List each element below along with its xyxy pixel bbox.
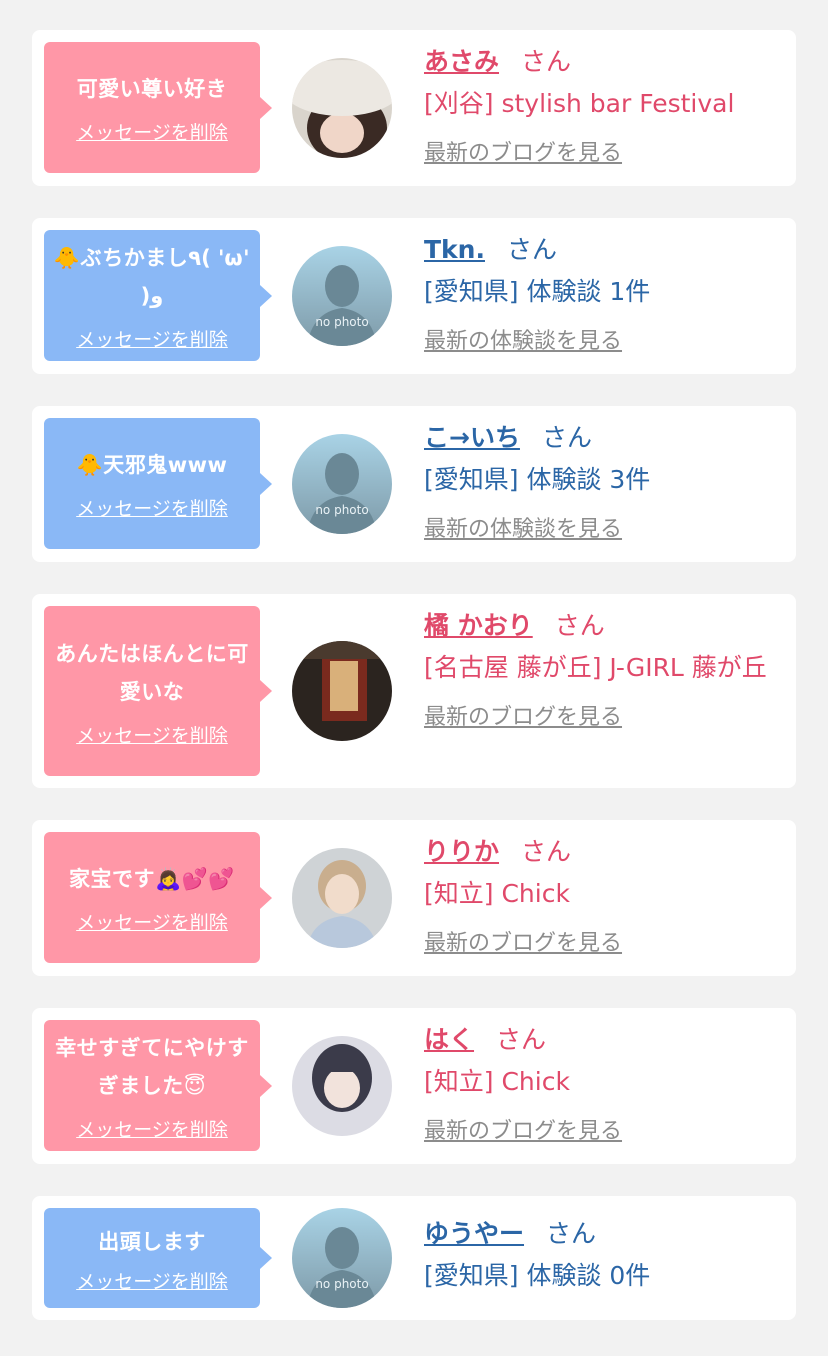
latest-review-link[interactable]: 最新の体験談を見る (424, 511, 622, 543)
user-info: こ→いち さん [愛知県] 体験談 3件 最新の体験談を見る (424, 418, 774, 543)
message-bubble: 🐥天邪鬼www メッセージを削除 (44, 418, 272, 549)
message-card: 幸せすぎてにやけすぎました😇 メッセージを削除 はく さん [知立] Chick … (32, 1008, 796, 1164)
honorific: さん (546, 1219, 597, 1248)
message-text: 可愛い尊い好き (76, 77, 228, 101)
message-bubble: 出頭します メッセージを削除 (44, 1208, 272, 1308)
area-info: [愛知県] 体験談 1件 (424, 277, 651, 306)
no-photo-text: no photo (315, 315, 368, 329)
message-card: 🐥天邪鬼www メッセージを削除 no photo こ→いち さん [愛知県] 体… (32, 406, 796, 562)
latest-blog-link[interactable]: 最新のブログを見る (424, 699, 622, 731)
delete-message-link[interactable]: メッセージを削除 (76, 1115, 228, 1142)
user-name-link[interactable]: 橘 かおり (424, 611, 533, 640)
avatar[interactable] (292, 58, 392, 158)
shop-info: [知立] Chick (424, 879, 570, 908)
message-text: 🐥ぶちかまし٩( 'ω' )و (53, 246, 251, 308)
latest-review-link[interactable]: 最新の体験談を見る (424, 323, 622, 355)
avatar[interactable] (292, 848, 392, 948)
delete-message-link[interactable]: メッセージを削除 (76, 325, 228, 352)
area-info: [愛知県] 体験談 3件 (424, 465, 651, 494)
message-bubble: 家宝です🙇‍♀️💕💕 メッセージを削除 (44, 832, 272, 963)
message-card: 🐥ぶちかまし٩( 'ω' )و メッセージを削除 no photo Tkn. さん… (32, 218, 796, 374)
user-name-link[interactable]: ゆうやー (424, 1219, 524, 1248)
honorific: さん (506, 235, 557, 264)
shop-info: [名古屋 藤が丘] J-GIRL 藤が丘 (424, 653, 767, 682)
no-photo-text: no photo (315, 503, 368, 517)
user-name-link[interactable]: あさみ (424, 47, 499, 76)
honorific: さん (554, 611, 605, 640)
honorific: さん (521, 837, 572, 866)
user-info: Tkn. さん [愛知県] 体験談 1件 最新の体験談を見る (424, 230, 774, 355)
message-bubble: あんたはほんとに可愛いな メッセージを削除 (44, 606, 272, 776)
delete-message-link[interactable]: メッセージを削除 (76, 494, 228, 521)
delete-message-link[interactable]: メッセージを削除 (76, 721, 228, 748)
latest-blog-link[interactable]: 最新のブログを見る (424, 1113, 622, 1145)
user-info: ゆうやー さん [愛知県] 体験談 0件 (424, 1214, 774, 1295)
delete-message-link[interactable]: メッセージを削除 (76, 1267, 228, 1294)
honorific: さん (496, 1025, 547, 1054)
user-info: りりか さん [知立] Chick 最新のブログを見る (424, 832, 774, 957)
latest-blog-link[interactable]: 最新のブログを見る (424, 135, 622, 167)
avatar[interactable] (292, 1036, 392, 1136)
user-info: あさみ さん [刈谷] stylish bar Festival 最新のブログを見… (424, 42, 774, 167)
user-name-link[interactable]: りりか (424, 837, 499, 866)
latest-blog-link[interactable]: 最新のブログを見る (424, 925, 622, 957)
message-card: あんたはほんとに可愛いな メッセージを削除 橘 かおり さん [名古屋 藤が丘] … (32, 594, 796, 788)
message-text: あんたはほんとに可愛いな (55, 641, 249, 704)
no-photo-avatar[interactable]: no photo (292, 246, 392, 346)
user-info: 橘 かおり さん [名古屋 藤が丘] J-GIRL 藤が丘 最新のブログを見る (424, 606, 774, 731)
message-text: 出頭します (98, 1229, 206, 1254)
message-card: 出頭します メッセージを削除 no photo ゆうやー さん [愛知県] 体験談… (32, 1196, 796, 1320)
message-card: 可愛い尊い好き メッセージを削除 あさみ さん [刈谷] stylish bar … (32, 30, 796, 186)
area-info: [愛知県] 体験談 0件 (424, 1261, 651, 1290)
honorific: さん (541, 423, 592, 452)
delete-message-link[interactable]: メッセージを削除 (76, 118, 228, 145)
delete-message-link[interactable]: メッセージを削除 (76, 908, 228, 935)
message-bubble: 幸せすぎてにやけすぎました😇 メッセージを削除 (44, 1020, 272, 1151)
user-name-link[interactable]: こ→いち (424, 423, 520, 452)
no-photo-text: no photo (315, 1277, 368, 1291)
avatar[interactable] (292, 641, 392, 741)
no-photo-avatar[interactable]: no photo (292, 434, 392, 534)
message-text: 家宝です🙇‍♀️💕💕 (69, 867, 235, 891)
message-bubble: 🐥ぶちかまし٩( 'ω' )و メッセージを削除 (44, 230, 272, 361)
message-bubble: 可愛い尊い好き メッセージを削除 (44, 42, 272, 173)
message-text: 🐥天邪鬼www (76, 453, 228, 477)
user-name-link[interactable]: はく (424, 1025, 474, 1054)
user-info: はく さん [知立] Chick 最新のブログを見る (424, 1020, 774, 1145)
honorific: さん (521, 47, 572, 76)
shop-info: [刈谷] stylish bar Festival (424, 89, 735, 118)
message-text: 幸せすぎてにやけすぎました😇 (55, 1036, 249, 1098)
no-photo-avatar[interactable]: no photo (292, 1208, 392, 1308)
message-card: 家宝です🙇‍♀️💕💕 メッセージを削除 りりか さん [知立] Chick 最新の… (32, 820, 796, 976)
user-name-link[interactable]: Tkn. (424, 235, 485, 264)
shop-info: [知立] Chick (424, 1067, 570, 1096)
